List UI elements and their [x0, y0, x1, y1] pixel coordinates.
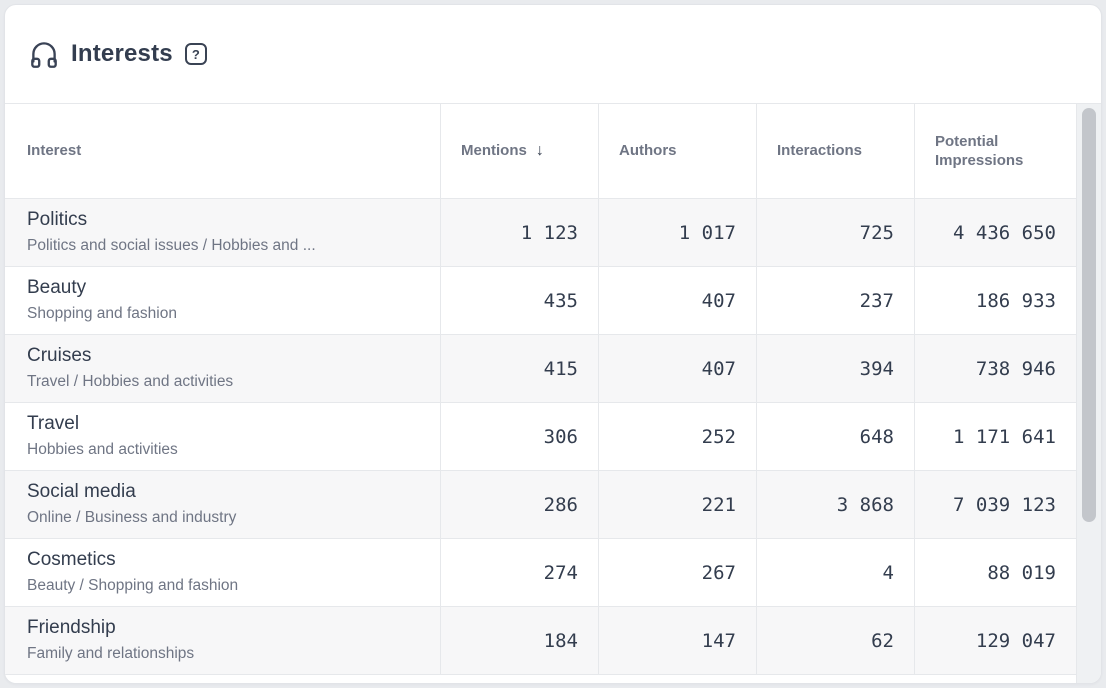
column-header-potential-impressions[interactable]: Potential Impressions: [915, 104, 1076, 198]
table-row-partial: [5, 675, 1076, 684]
interactions-value: 725: [757, 199, 915, 266]
help-icon-glyph: ?: [192, 47, 200, 62]
column-header-authors[interactable]: Authors: [599, 104, 757, 198]
authors-value: 1 017: [599, 199, 757, 266]
mentions-value: 435: [441, 267, 599, 334]
column-header-interest[interactable]: Interest: [5, 104, 441, 198]
sort-desc-icon: ↓: [536, 141, 544, 161]
help-icon[interactable]: ?: [185, 43, 207, 65]
column-header-interactions[interactable]: Interactions: [757, 104, 915, 198]
impressions-value: 738 946: [915, 335, 1076, 402]
table-row: Social media Online / Business and indus…: [5, 471, 1076, 539]
table-row: Beauty Shopping and fashion 435 407 237 …: [5, 267, 1076, 335]
interest-cell: Cosmetics Beauty / Shopping and fashion: [5, 539, 441, 606]
mentions-value: 274: [441, 539, 599, 606]
mentions-value: 306: [441, 403, 599, 470]
table-row: Travel Hobbies and activities 306 252 64…: [5, 403, 1076, 471]
interactions-value: 62: [757, 607, 915, 674]
interest-category: Travel / Hobbies and activities: [27, 373, 233, 392]
page-title: Interests: [71, 40, 173, 68]
impressions-value: 4 436 650: [915, 199, 1076, 266]
authors-value: 147: [599, 607, 757, 674]
interests-card: Interests ? Interest Mentions ↓ Authors …: [4, 4, 1102, 684]
table-row: Friendship Family and relationships 184 …: [5, 607, 1076, 675]
table-body-wrap: Interest Mentions ↓ Authors Interactions…: [5, 104, 1076, 684]
interactions-value: 4: [757, 539, 915, 606]
mentions-value: 415: [441, 335, 599, 402]
authors-value: 407: [599, 267, 757, 334]
impressions-value: 186 933: [915, 267, 1076, 334]
impressions-value: 1 171 641: [915, 403, 1076, 470]
interest-name: Travel: [27, 413, 79, 436]
interest-category: Beauty / Shopping and fashion: [27, 577, 238, 596]
interest-cell: Friendship Family and relationships: [5, 607, 441, 674]
column-label: Authors: [619, 141, 677, 160]
impressions-value: 88 019: [915, 539, 1076, 606]
column-label: Potential Impressions: [935, 132, 1064, 170]
authors-value: 252: [599, 403, 757, 470]
interest-category: Hobbies and activities: [27, 441, 178, 460]
interest-name: Social media: [27, 481, 136, 504]
interest-name: Friendship: [27, 617, 116, 640]
column-label: Mentions: [461, 141, 527, 160]
impressions-value: 129 047: [915, 607, 1076, 674]
interest-cell: Politics Politics and social issues / Ho…: [5, 199, 441, 266]
authors-value: 221: [599, 471, 757, 538]
authors-value: 267: [599, 539, 757, 606]
mentions-value: 286: [441, 471, 599, 538]
mentions-value: 1 123: [441, 199, 599, 266]
interest-cell: Beauty Shopping and fashion: [5, 267, 441, 334]
column-header-mentions[interactable]: Mentions ↓: [441, 104, 599, 198]
interest-name: Cruises: [27, 345, 91, 368]
interactions-value: 648: [757, 403, 915, 470]
table-row: Cruises Travel / Hobbies and activities …: [5, 335, 1076, 403]
card-header: Interests ?: [5, 5, 1101, 103]
impressions-value: 7 039 123: [915, 471, 1076, 538]
interactions-value: 394: [757, 335, 915, 402]
table-body: Politics Politics and social issues / Ho…: [5, 199, 1076, 684]
interest-category: Shopping and fashion: [27, 305, 177, 324]
interest-category: Family and relationships: [27, 645, 194, 664]
table-header-row: Interest Mentions ↓ Authors Interactions…: [5, 104, 1076, 199]
interest-name: Politics: [27, 209, 87, 232]
interest-name: Cosmetics: [27, 549, 116, 572]
interest-cell: Social media Online / Business and indus…: [5, 471, 441, 538]
column-label: Interest: [27, 141, 81, 160]
vertical-scrollbar-track[interactable]: [1076, 104, 1101, 684]
interests-table: Interest Mentions ↓ Authors Interactions…: [5, 103, 1101, 684]
interest-category: Online / Business and industry: [27, 509, 236, 528]
column-label: Interactions: [777, 141, 862, 160]
headphones-icon: [27, 37, 61, 71]
interactions-value: 237: [757, 267, 915, 334]
mentions-value: 184: [441, 607, 599, 674]
authors-value: 407: [599, 335, 757, 402]
interactions-value: 3 868: [757, 471, 915, 538]
table-row: Cosmetics Beauty / Shopping and fashion …: [5, 539, 1076, 607]
interest-cell: Cruises Travel / Hobbies and activities: [5, 335, 441, 402]
interest-name: Beauty: [27, 277, 86, 300]
vertical-scrollbar-thumb[interactable]: [1082, 108, 1096, 522]
table-row: Politics Politics and social issues / Ho…: [5, 199, 1076, 267]
interest-cell: Travel Hobbies and activities: [5, 403, 441, 470]
interest-category: Politics and social issues / Hobbies and…: [27, 237, 316, 256]
